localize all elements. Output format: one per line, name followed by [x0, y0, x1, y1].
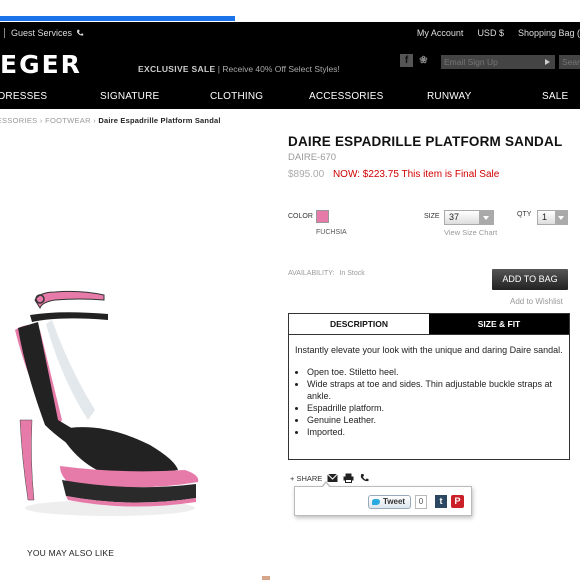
shopping-bag-link[interactable]: Shopping Bag (: [518, 28, 580, 38]
availability-value: In Stock: [339, 270, 365, 277]
breadcrumb-footwear[interactable]: FOOTWEAR: [45, 116, 91, 125]
nav-item-runway[interactable]: RUNWAY: [427, 91, 472, 102]
tab-size-fit[interactable]: SIZE & FIT: [429, 314, 569, 334]
availability-label: AVAILABILITY:: [288, 270, 335, 277]
qty-value: 1: [542, 212, 548, 222]
price-block: $895.00 NOW: $223.75 This item is Final …: [288, 169, 499, 180]
email-submit-arrow-icon[interactable]: [545, 59, 550, 65]
social-links: f ❀: [400, 54, 430, 67]
tweet-button[interactable]: Tweet: [368, 495, 411, 509]
tab-description[interactable]: DESCRIPTION: [289, 314, 429, 334]
breadcrumb-accessories[interactable]: ACCESSORIES: [0, 116, 37, 125]
print-icon[interactable]: [343, 473, 354, 483]
sale-price: NOW: $223.75 This item is Final Sale: [332, 169, 500, 180]
guest-services-label: Guest Services: [11, 28, 73, 38]
site-header: EGER EXCLUSIVE SALE | Receive 40% Off Se…: [0, 44, 580, 84]
nav-item-accessories[interactable]: ACCESSORIES: [309, 91, 383, 102]
add-to-wishlist-link[interactable]: Add to Wishlist: [510, 297, 563, 306]
nav-item-clothing[interactable]: CLOTHING: [210, 91, 263, 102]
twitter-icon[interactable]: ❀: [417, 54, 430, 67]
promo-banner[interactable]: EXCLUSIVE SALE | Receive 40% Off Select …: [138, 64, 340, 74]
list-item: Espadrille platform.: [307, 402, 563, 414]
promo-bold: EXCLUSIVE SALE: [138, 64, 216, 74]
color-label: COLOR: [288, 213, 313, 220]
qty-label: QTY: [517, 211, 532, 218]
currency-selector[interactable]: USD $: [477, 28, 504, 38]
list-item: Open toe. Stiletto heel.: [307, 366, 563, 378]
product-sku: DAIRE-670: [288, 152, 337, 163]
chevron-down-icon: [555, 211, 567, 224]
description-intro: Instantly elevate your look with the uni…: [295, 345, 563, 355]
product-tabs: DESCRIPTION SIZE & FIT: [288, 313, 570, 335]
also-like-heading: YOU MAY ALSO LIKE: [27, 548, 115, 558]
tumblr-icon[interactable]: t: [435, 495, 447, 508]
my-account-link[interactable]: My Account: [417, 28, 464, 38]
guest-services-link[interactable]: Guest Services: [11, 28, 84, 38]
qty-select[interactable]: 1: [537, 210, 568, 225]
promo-text: | Receive 40% Off Select Styles!: [215, 64, 340, 74]
phone-icon[interactable]: [359, 473, 370, 483]
share-label[interactable]: + SHARE: [290, 474, 322, 483]
share-popover: Tweet 0 t P: [294, 481, 472, 516]
search-input[interactable]: [559, 55, 580, 69]
breadcrumb: ACCESSORIES › FOOTWEAR › Daire Espadrill…: [0, 116, 221, 125]
account-links: My Account USD $ Shopping Bag (: [417, 28, 580, 38]
main-nav: DRESSES SIGNATURE CLOTHING ACCESSORIES R…: [0, 84, 580, 109]
size-chart-link[interactable]: View Size Chart: [444, 228, 497, 237]
list-item: Wide straps at toe and sides. Thin adjus…: [307, 378, 563, 402]
brand-logo[interactable]: EGER: [0, 50, 82, 79]
size-value: 37: [449, 212, 460, 222]
pinterest-icon[interactable]: P: [451, 495, 464, 508]
chevron-down-icon: [479, 211, 493, 224]
breadcrumb-current: Daire Espadrille Platform Sandal: [98, 116, 221, 125]
color-swatch-fuchsia[interactable]: [316, 210, 329, 223]
add-to-bag-button[interactable]: ADD TO BAG: [492, 269, 568, 290]
email-signup-input[interactable]: [441, 55, 555, 69]
product-title: DAIRE ESPADRILLE PLATFORM SANDAL: [288, 134, 563, 149]
list-item: Imported.: [307, 426, 563, 438]
description-panel: Instantly elevate your look with the uni…: [288, 335, 570, 460]
utility-bar: Guest Services My Account USD $ Shopping…: [0, 22, 580, 44]
size-label: SIZE: [424, 213, 440, 220]
phone-icon: [77, 29, 84, 36]
nav-item-sale[interactable]: SALE: [542, 91, 568, 102]
list-item: Genuine Leather.: [307, 414, 563, 426]
page-load-progress-fill: [0, 16, 235, 21]
nav-item-signature[interactable]: SIGNATURE: [100, 91, 159, 102]
tweet-count: 0: [415, 495, 427, 509]
description-list: Open toe. Stiletto heel. Wide straps at …: [295, 366, 563, 438]
facebook-icon[interactable]: f: [400, 54, 413, 67]
divider: [4, 28, 5, 38]
availability: AVAILABILITY: In Stock: [288, 270, 365, 277]
size-select[interactable]: 37: [444, 210, 494, 225]
original-price: $895.00: [288, 169, 325, 180]
page-load-progress: [0, 0, 580, 22]
color-name: FUCHSIA: [316, 229, 347, 236]
recommendation-thumbnail[interactable]: [262, 576, 270, 580]
nav-item-dresses[interactable]: DRESSES: [0, 91, 47, 102]
product-image[interactable]: [0, 270, 215, 530]
